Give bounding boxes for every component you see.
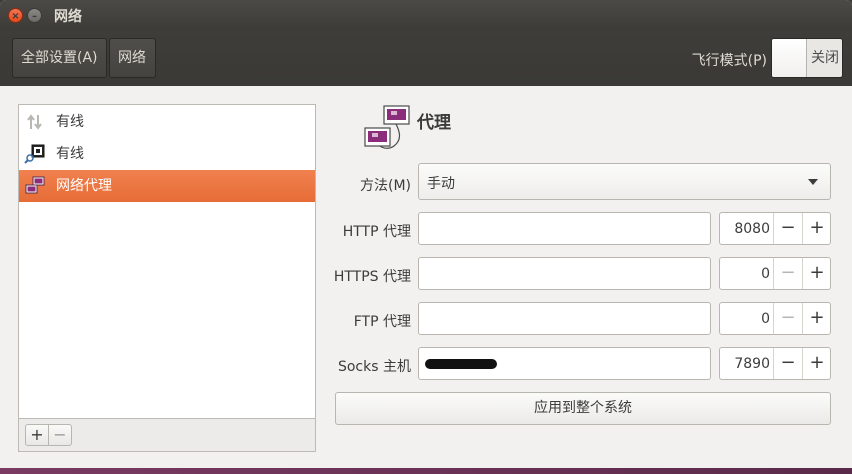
- socks-port-stepper[interactable]: 7890 − +: [719, 347, 831, 380]
- https-proxy-port-value[interactable]: 0: [720, 258, 770, 289]
- sidebar-item-network-proxy[interactable]: 网络代理: [19, 170, 315, 202]
- http-proxy-port-value[interactable]: 8080: [720, 213, 770, 244]
- chevron-down-icon: [808, 179, 818, 185]
- redacted-host-scribble: [425, 359, 497, 369]
- wired-arrows-icon: [27, 114, 42, 130]
- socks-host-input[interactable]: [418, 347, 711, 380]
- method-value: 手动: [427, 176, 455, 192]
- desktop-background-strip: [0, 468, 852, 474]
- decrement-button[interactable]: −: [773, 213, 802, 244]
- toggle-knob: [772, 39, 807, 77]
- ftp-proxy-port-stepper[interactable]: 0 − +: [719, 302, 831, 335]
- ftp-proxy-label: FTP 代理: [353, 314, 411, 330]
- network-proxy-icon: [364, 105, 410, 149]
- airplane-mode-label: 飞行模式(P): [691, 53, 767, 69]
- network-proxy-icon: [25, 176, 45, 194]
- https-proxy-port-stepper[interactable]: 0 − +: [719, 257, 831, 290]
- window-title: 网络: [54, 9, 82, 25]
- add-connection-button[interactable]: +: [25, 424, 49, 446]
- https-proxy-host-input[interactable]: [418, 257, 711, 290]
- https-proxy-label: HTTPS 代理: [333, 269, 411, 285]
- connection-list: 有线 有线 网络代理: [18, 104, 316, 419]
- toolbar: 全部设置(A) 网络 飞行模式(P): [0, 31, 852, 86]
- network-breadcrumb-button[interactable]: 网络: [109, 38, 156, 78]
- method-combobox[interactable]: 手动: [418, 163, 831, 200]
- close-icon[interactable]: ×: [8, 8, 23, 23]
- ftp-proxy-port-value[interactable]: 0: [720, 303, 770, 334]
- title-bar[interactable]: × – 网络: [0, 0, 852, 31]
- increment-button[interactable]: +: [802, 258, 830, 289]
- socks-host-label: Socks 主机: [337, 359, 411, 375]
- sidebar-item-wired-2[interactable]: 有线: [19, 138, 315, 170]
- decrement-button[interactable]: −: [773, 303, 802, 334]
- airplane-mode-toggle[interactable]: 关闭: [771, 38, 843, 78]
- sidebar-item-label: 网络代理: [56, 178, 112, 194]
- network-settings-window: × – 网络 全部设置(A) 网络 飞行模式(P) 关闭 有线 有线 网络代理 …: [0, 0, 852, 474]
- decrement-button[interactable]: −: [773, 258, 802, 289]
- all-settings-button[interactable]: 全部设置(A): [12, 38, 107, 78]
- proxy-title: 代理: [417, 113, 451, 133]
- decrement-button[interactable]: −: [773, 348, 802, 379]
- airplane-mode-state: 关闭: [811, 50, 839, 66]
- ftp-proxy-host-input[interactable]: [418, 302, 711, 335]
- network-search-icon: [24, 144, 45, 164]
- sidebar-item-label: 有线: [56, 114, 84, 130]
- http-proxy-port-stepper[interactable]: 8080 − +: [719, 212, 831, 245]
- sidebar-item-wired-1[interactable]: 有线: [19, 106, 315, 138]
- apply-system-wide-button[interactable]: 应用到整个系统: [335, 392, 831, 425]
- increment-button[interactable]: +: [802, 348, 830, 379]
- method-label: 方法(M): [359, 178, 411, 194]
- remove-connection-button[interactable]: −: [48, 424, 72, 446]
- http-proxy-label: HTTP 代理: [342, 224, 411, 240]
- increment-button[interactable]: +: [802, 213, 830, 244]
- minimize-icon[interactable]: –: [27, 8, 42, 23]
- list-footer-toolbar: + −: [18, 419, 316, 452]
- sidebar-item-label: 有线: [56, 146, 84, 162]
- socks-port-value[interactable]: 7890: [720, 348, 770, 379]
- http-proxy-host-input[interactable]: [418, 212, 711, 245]
- increment-button[interactable]: +: [802, 303, 830, 334]
